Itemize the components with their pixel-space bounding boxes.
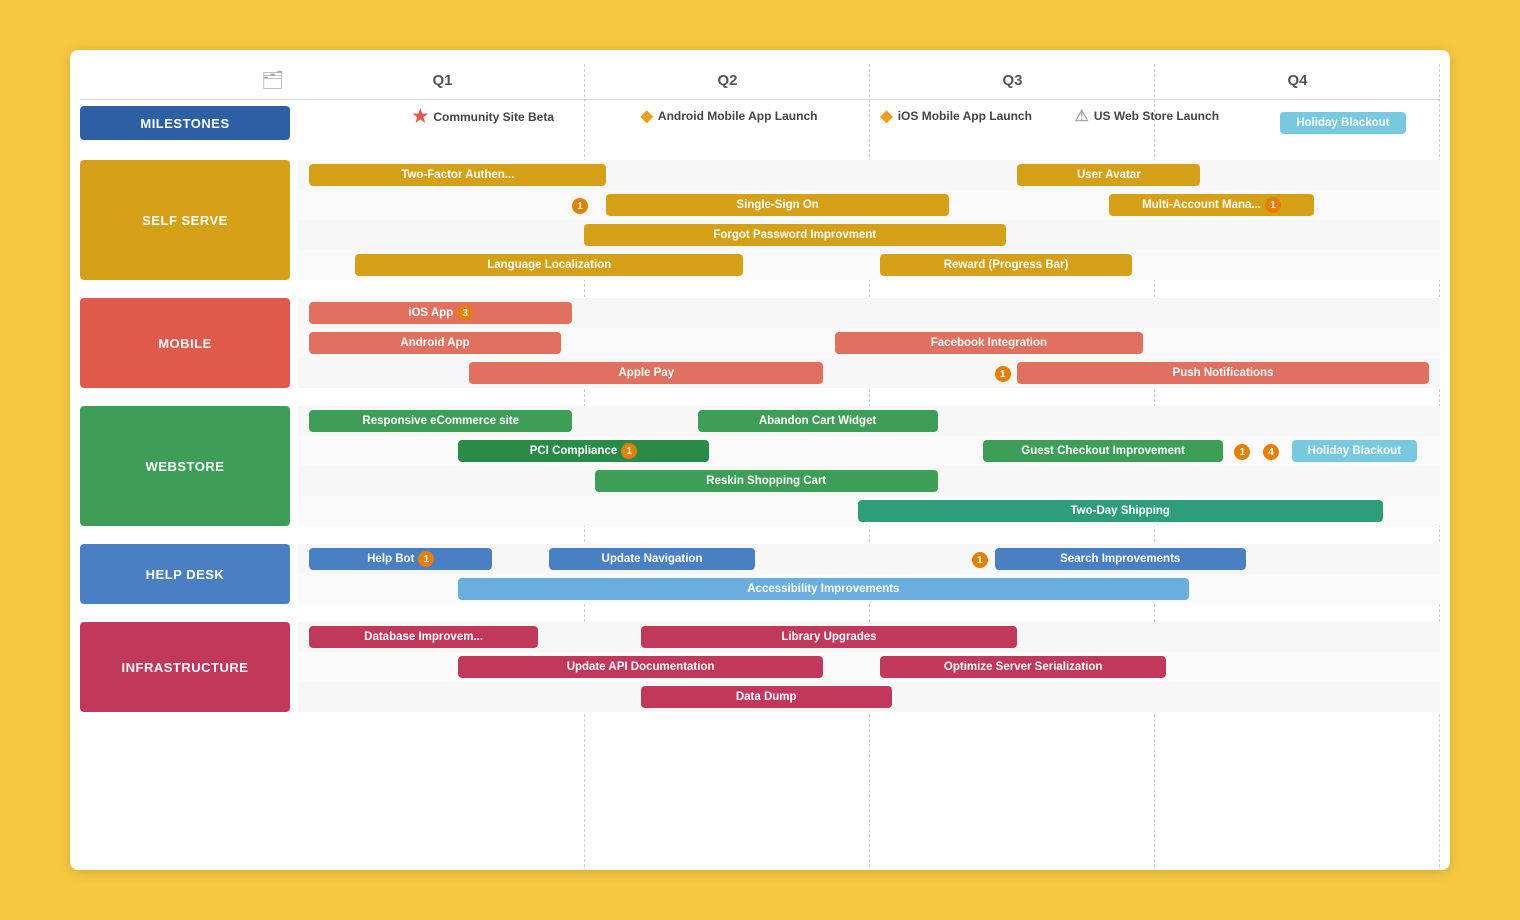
bar-two-day-shipping: Two-Day Shipping [858,500,1383,522]
badge-push: 1 [995,366,1011,382]
infrastructure-body: Database Improvem... Library Upgrades Up… [298,622,1440,712]
infrastructure-section: INFRASTRUCTURE Database Improvem... Libr… [80,622,1440,712]
bar-multi-account: Multi-Account Mana...1 [1109,194,1315,216]
selfserve-body: Two-Factor Authen... User Avatar Single-… [298,160,1440,280]
milestone-webstore-launch: ⚠ US Web Store Launch [1075,106,1219,126]
quarters-header: Q1 Q2 Q3 Q4 [300,72,1440,89]
q2-header: Q2 [585,72,870,89]
bar-user-avatar: User Avatar [1017,164,1200,186]
bar-search-improvements: Search Improvements [995,548,1246,570]
infrastructure-label: INFRASTRUCTURE [80,622,290,712]
badge-gc1: 1 [1234,444,1250,460]
mobile-section: MOBILE iOS App 3 Android App Facebook In… [80,298,1440,388]
q4-header: Q4 [1155,72,1440,89]
milestone-android-launch: ◆ Android Mobile App Launch [641,106,818,126]
bar-push-notifications: Push Notifications [1017,362,1428,384]
webstore-body: Responsive eCommerce site Abandon Cart W… [298,406,1440,526]
badge-search: 1 [972,552,988,568]
q3-header: Q3 [870,72,1155,89]
bar-reskin-shopping-cart: Reskin Shopping Cart [595,470,938,492]
bar-ios-app: iOS App 3 [309,302,572,324]
bar-apple-pay: Apple Pay [469,362,823,384]
gantt-chart: 🗂 Q1 Q2 Q3 Q4 MILESTONES ★ Community Sit… [70,50,1450,870]
helpdesk-label: HELP DESK [80,544,290,604]
selfserve-label: SELF SERVE [80,160,290,280]
bar-library-upgrades: Library Upgrades [641,626,1018,648]
bar-android-app: Android App [309,332,560,354]
bar-forgot-password: Forgot Password Improvment [584,224,1007,246]
bar-optimize-server: Optimize Server Serialization [880,656,1166,678]
bar-single-sign-on: Single-Sign On [606,194,949,216]
milestone-community-site-beta: ★ Community Site Beta [412,106,554,127]
milestones-label: MILESTONES [80,106,290,140]
helpdesk-body: Help Bot 1 Update Navigation 1 Search Im… [298,544,1440,604]
milestones-body: ★ Community Site Beta ◆ Android Mobile A… [298,106,1440,140]
bar-accessibility: Accessibility Improvements [458,578,1189,600]
bar-update-api: Update API Documentation [458,656,823,678]
webstore-label: WEBSTORE [80,406,290,526]
bar-abandon-cart: Abandon Cart Widget [698,410,938,432]
q1-header: Q1 [300,72,585,89]
milestone-holiday-blackout: Holiday Blackout [1280,112,1406,134]
badge-gc4: 4 [1263,444,1279,460]
bar-data-dump: Data Dump [641,686,892,708]
filter-icon[interactable]: 🗂 [261,70,284,91]
bar-help-bot: Help Bot 1 [309,548,492,570]
bar-two-factor: Two-Factor Authen... [309,164,606,186]
mobile-label: MOBILE [80,298,290,388]
bar-guest-checkout: Guest Checkout Improvement [983,440,1223,462]
helpdesk-section: HELP DESK Help Bot 1 Update Navigation 1… [80,544,1440,604]
bar-language-localization: Language Localization [355,254,743,276]
webstore-section: WEBSTORE Responsive eCommerce site Aband… [80,406,1440,526]
mobile-body: iOS App 3 Android App Facebook Integrati… [298,298,1440,388]
badge-sso: 1 [572,198,588,214]
bar-reward-progress: Reward (Progress Bar) [880,254,1131,276]
bar-database: Database Improvem... [309,626,537,648]
milestones-section: MILESTONES ★ Community Site Beta ◆ Andro… [80,106,1440,140]
selfserve-section: SELF SERVE Two-Factor Authen... User Ava… [80,160,1440,280]
bar-holiday-blackout-webstore: Holiday Blackout [1292,440,1418,462]
bar-responsive-ecommerce: Responsive eCommerce site [309,410,572,432]
bar-pci-compliance: PCI Compliance 1 [458,440,709,462]
milestone-ios-launch: ◆ iOS Mobile App Launch [880,106,1032,126]
bar-facebook-integration: Facebook Integration [835,332,1143,354]
bar-update-navigation: Update Navigation [549,548,755,570]
